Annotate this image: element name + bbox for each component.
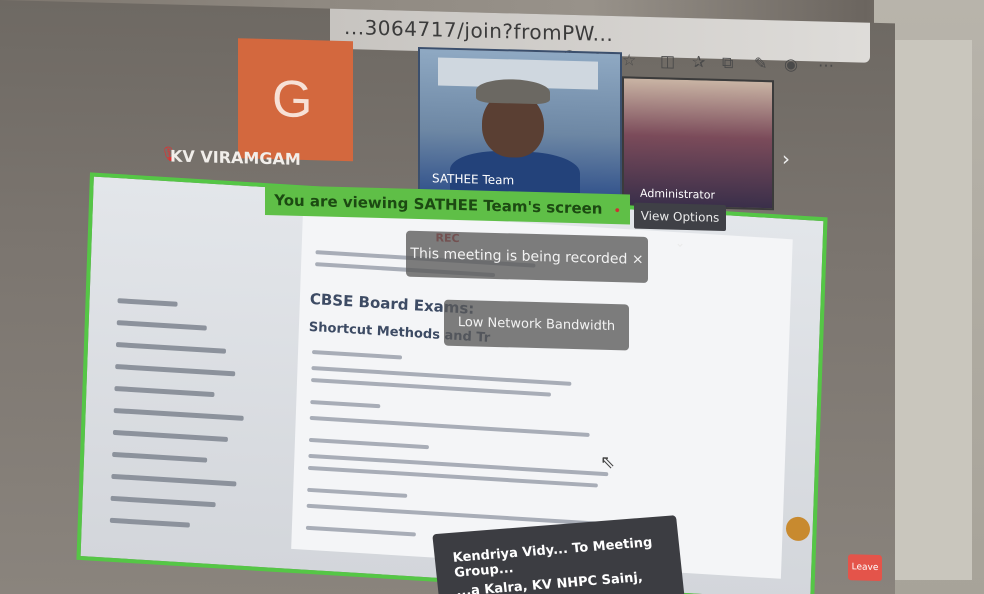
banner-text: You are viewing SATHEE Team's screen [274,191,603,218]
participant-name: Administrator [640,186,715,202]
projected-screen: ...3064717/join?fromPW... 🎙 A ☆ ◫ ✰ ⧉ ✎ … [0,0,895,594]
participant-tile-administrator[interactable]: Administrator [622,76,774,211]
avatar [786,516,810,542]
wall-board [889,40,972,580]
chevron-right-icon[interactable]: › [782,146,790,170]
shared-sidebar [91,277,290,558]
participant-tile-kv-viramgam[interactable]: G [238,38,353,162]
view-options-button[interactable]: View Options ⌄ [634,202,726,250]
mouse-cursor-icon: ⇖ [600,451,616,474]
favorites-icon[interactable]: ✰ [692,52,705,71]
profile-icon[interactable]: ◉ [784,55,798,74]
participant-name: KV VIRAMGAM [170,146,301,169]
leave-button[interactable]: Leave [848,554,882,582]
star-icon[interactable]: ☆ [622,50,636,69]
close-icon[interactable]: × [632,252,644,268]
photo-scene: ...3064717/join?fromPW... 🎙 A ☆ ◫ ✰ ⧉ ✎ … [0,0,984,594]
recording-notice: This meeting is being recorded × [406,230,648,283]
network-warning: Low Network Bandwidth [444,299,629,351]
participant-name: SATHEE Team [432,171,515,188]
extensions-icon[interactable]: ✎ [754,54,767,73]
recording-notice-text: This meeting is being recorded [410,245,628,268]
collections-icon[interactable]: ⧉ [722,53,733,73]
menu-icon[interactable]: ⋯ [818,55,834,74]
url-text: ...3064717/join?fromPW... [344,15,614,47]
split-view-icon[interactable]: ◫ [660,51,675,70]
participant-initial: G [272,70,313,130]
participant-tile-sathee-team[interactable]: SATHEE Team [418,46,622,205]
